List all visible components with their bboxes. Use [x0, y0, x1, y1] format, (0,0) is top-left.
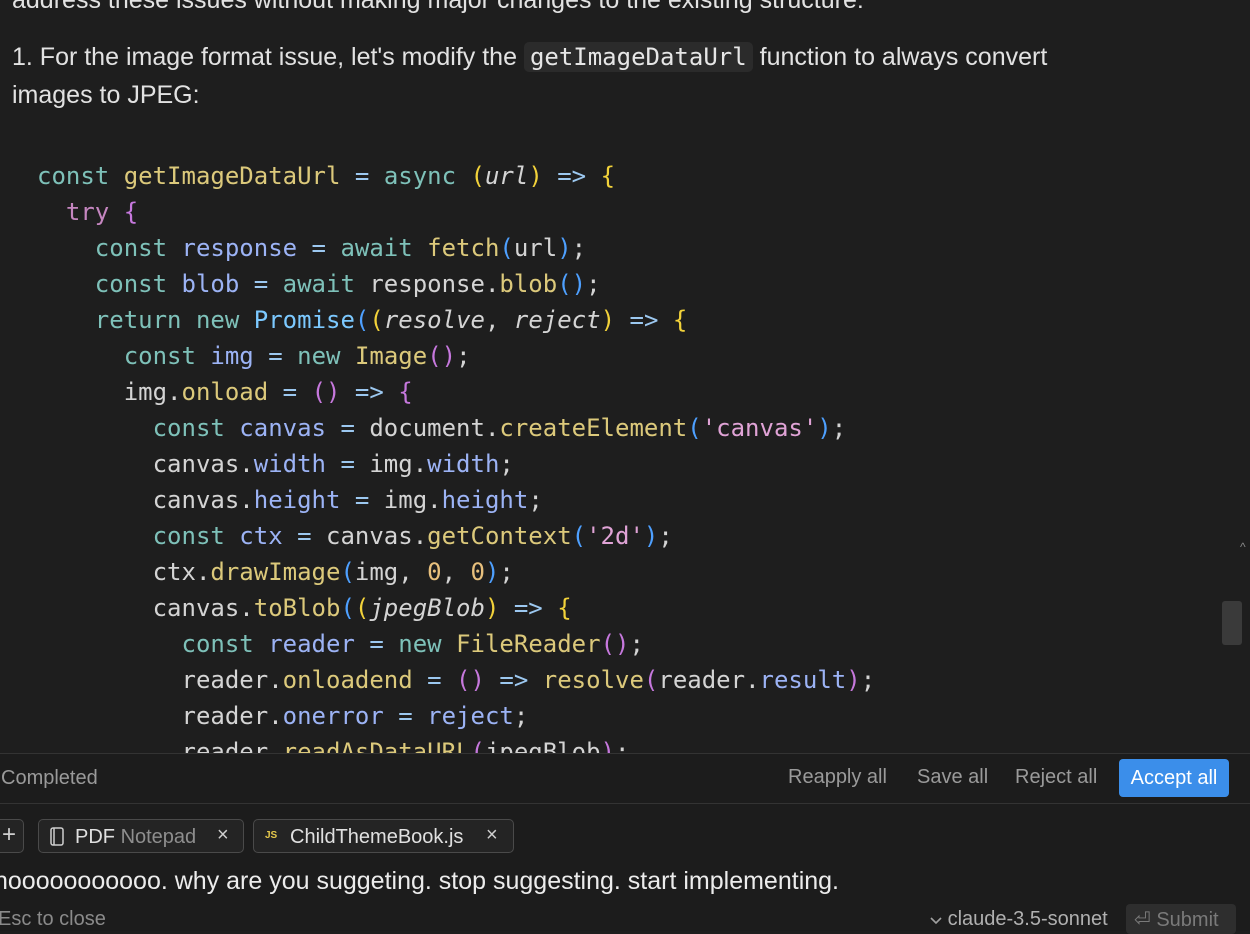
code-line: try {: [65, 198, 139, 226]
code-line: const reader = new FileReader();: [181, 630, 644, 658]
notebook-icon: [49, 827, 65, 851]
code-line: return new Promise((resolve, reject) => …: [94, 306, 688, 334]
context-chip-pdf[interactable]: PDF Notepad ×: [38, 819, 244, 853]
code-line: canvas.height = img.height;: [37, 486, 543, 514]
code-line: ctx.drawImage(img, 0, 0);: [37, 558, 514, 586]
code-line: const blob = await response.blob();: [94, 270, 601, 298]
code-line: reader.readAsDataURL(jpegBlob);: [37, 738, 630, 753]
chevron-down-icon: [930, 908, 948, 930]
esc-hint: Esc to close: [0, 908, 106, 930]
chat-panel: address these issues without making majo…: [0, 0, 1250, 753]
close-icon[interactable]: ×: [486, 824, 498, 847]
code-line: img.onload = () => {: [37, 378, 413, 406]
code-block: const getImageDataUrl = async (url) => {…: [37, 158, 875, 753]
code-line: const img = new Image();: [123, 342, 471, 370]
accept-all-button[interactable]: Accept all: [1119, 759, 1229, 797]
js-file-icon: JS: [265, 830, 278, 841]
message-text: address these issues without making majo…: [12, 0, 864, 14]
code-line: canvas.toBlob((jpegBlob) => {: [37, 594, 572, 622]
code-line: reader.onerror = reject;: [37, 702, 529, 730]
code-line: const getImageDataUrl = async (url) => {: [37, 162, 616, 190]
code-line: const canvas = document.createElement('c…: [152, 414, 847, 442]
composer: + PDF Notepad × JS ChildThemeBook.js × n…: [0, 803, 1250, 934]
reapply-all-button[interactable]: Reapply all: [788, 766, 887, 789]
status-bar: Completed Reapply all Save all Reject al…: [0, 753, 1250, 804]
chip-subtitle: Notepad: [120, 826, 197, 848]
submit-label: Submit: [1156, 908, 1219, 931]
reject-all-button[interactable]: Reject all: [1015, 766, 1097, 789]
code-line: canvas.width = img.width;: [37, 450, 514, 478]
scrollbar-thumb[interactable]: [1222, 601, 1242, 645]
model-selector[interactable]: claude-3.5-sonnet: [930, 908, 1108, 931]
inline-code: getImageDataUrl: [523, 42, 753, 72]
context-chip-file[interactable]: JS ChildThemeBook.js ×: [253, 819, 514, 853]
code-line: const response = await fetch(url);: [94, 234, 587, 262]
chat-input[interactable]: nooooooooooo. why are you suggeting. sto…: [0, 867, 839, 896]
message-paragraph: images to JPEG:: [12, 81, 200, 109]
scroll-up-icon[interactable]: ^: [1240, 540, 1250, 558]
status-text: Completed: [1, 767, 98, 789]
add-context-button[interactable]: +: [0, 819, 24, 853]
paragraph-text: 1. For the image format issue, let's mod…: [12, 43, 524, 71]
chip-label: ChildThemeBook.js: [290, 826, 464, 848]
model-name: claude-3.5-sonnet: [947, 908, 1108, 930]
code-line: reader.onloadend = () => resolve(reader.…: [37, 666, 876, 694]
enter-icon: ⏎: [1134, 908, 1151, 931]
paragraph-text: function to always convert: [752, 43, 1048, 71]
chip-label: PDF Notepad: [75, 826, 196, 849]
chip-title: PDF: [75, 826, 115, 848]
close-icon[interactable]: ×: [217, 824, 229, 847]
code-line: const ctx = canvas.getContext('2d');: [152, 522, 673, 550]
message-paragraph: 1. For the image format issue, let's mod…: [12, 38, 1047, 76]
plus-icon: +: [2, 821, 17, 848]
save-all-button[interactable]: Save all: [917, 766, 988, 789]
